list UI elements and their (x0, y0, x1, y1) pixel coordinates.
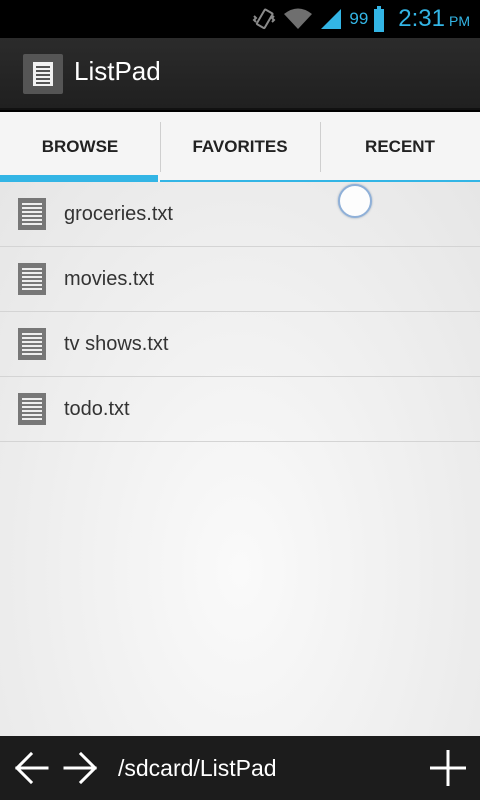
tab-indicator (0, 175, 158, 182)
status-bar: 99 2:31 PM (0, 0, 480, 38)
text-file-icon (18, 263, 46, 295)
tab-label: RECENT (365, 137, 435, 156)
tab-label: FAVORITES (192, 137, 288, 156)
clock-ampm: PM (449, 13, 470, 29)
arrow-right-icon[interactable] (62, 750, 98, 786)
text-file-icon (18, 393, 46, 425)
list-item[interactable]: groceries.txt (0, 182, 480, 247)
current-path: /sdcard/ListPad (118, 755, 277, 781)
bottom-bar: /sdcard/ListPad (0, 736, 480, 800)
clock-time: 2:31 (398, 5, 445, 32)
clock: 2:31 PM (398, 5, 470, 33)
signal-icon (321, 9, 342, 29)
touch-indicator (338, 184, 372, 218)
plus-icon[interactable] (428, 748, 468, 788)
arrow-left-icon[interactable] (14, 750, 50, 786)
tab-bar: BROWSE FAVORITES RECENT (0, 112, 480, 182)
app-title: ListPad (74, 56, 161, 86)
status-icons: 99 2:31 PM (251, 0, 470, 38)
battery-icon (374, 6, 385, 32)
file-name: groceries.txt (64, 203, 173, 225)
text-file-icon (18, 328, 46, 360)
file-name: tv shows.txt (64, 333, 169, 355)
file-name: todo.txt (64, 398, 130, 420)
wifi-icon (284, 8, 313, 29)
tab-recent[interactable]: RECENT (320, 112, 480, 182)
action-bar: ListPad (0, 38, 480, 110)
list-item[interactable]: movies.txt (0, 247, 480, 312)
file-list: groceries.txt movies.txt tv shows.txt to… (0, 182, 480, 736)
list-item[interactable]: tv shows.txt (0, 312, 480, 377)
file-name: movies.txt (64, 268, 155, 290)
tab-favorites[interactable]: FAVORITES (160, 112, 320, 182)
list-item[interactable]: todo.txt (0, 377, 480, 442)
tab-label: BROWSE (41, 137, 119, 156)
battery-level: 99 (349, 9, 369, 28)
text-file-icon (18, 198, 46, 230)
document-icon[interactable] (23, 54, 63, 94)
tab-browse[interactable]: BROWSE (0, 112, 160, 182)
vibrate-icon (252, 8, 276, 30)
